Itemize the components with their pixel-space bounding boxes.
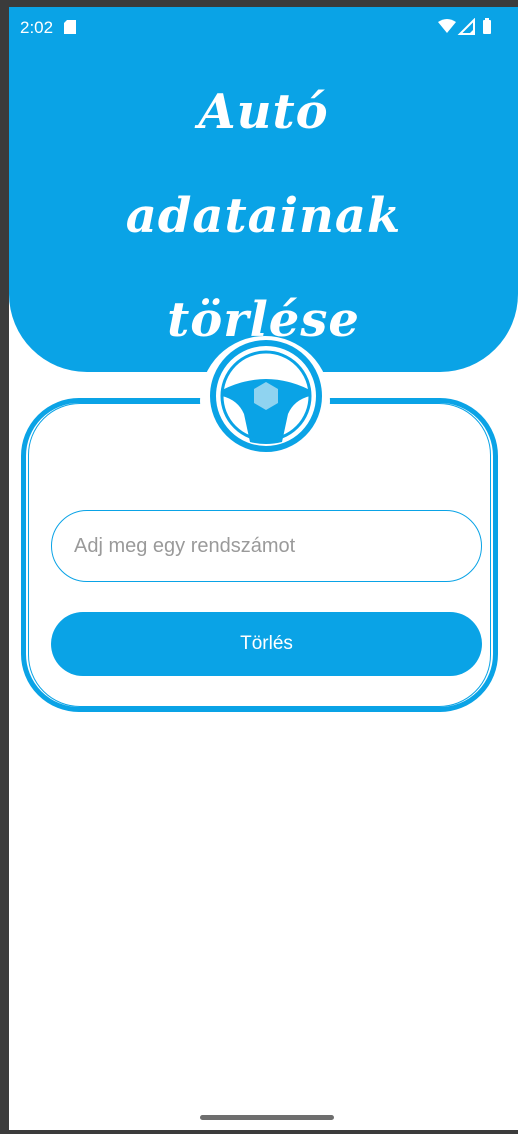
device-frame-left	[0, 0, 9, 1134]
steering-wheel-icon	[210, 340, 322, 452]
status-time: 2:02	[20, 18, 54, 37]
sd-card-icon	[64, 20, 76, 34]
signal-icon	[457, 18, 475, 35]
battery-icon	[483, 18, 491, 34]
device-frame-bottom	[0, 1130, 518, 1134]
gesture-nav-handle[interactable]	[200, 1115, 334, 1120]
delete-button[interactable]: Törlés	[51, 612, 482, 676]
status-bar: 2:02	[20, 12, 494, 42]
wifi-icon	[438, 19, 456, 33]
app-screen: 2:02 Autó adatainak törlése Adj meg egy …	[0, 0, 518, 1134]
status-icons	[438, 18, 491, 35]
title-line-1: Autó	[198, 84, 329, 140]
title-line-2: adatainak	[125, 188, 402, 244]
license-plate-field[interactable]	[51, 510, 482, 582]
device-frame-top	[0, 0, 518, 7]
page-title: Autó adatainak törlése	[9, 60, 518, 372]
license-plate-input[interactable]	[72, 511, 466, 582]
